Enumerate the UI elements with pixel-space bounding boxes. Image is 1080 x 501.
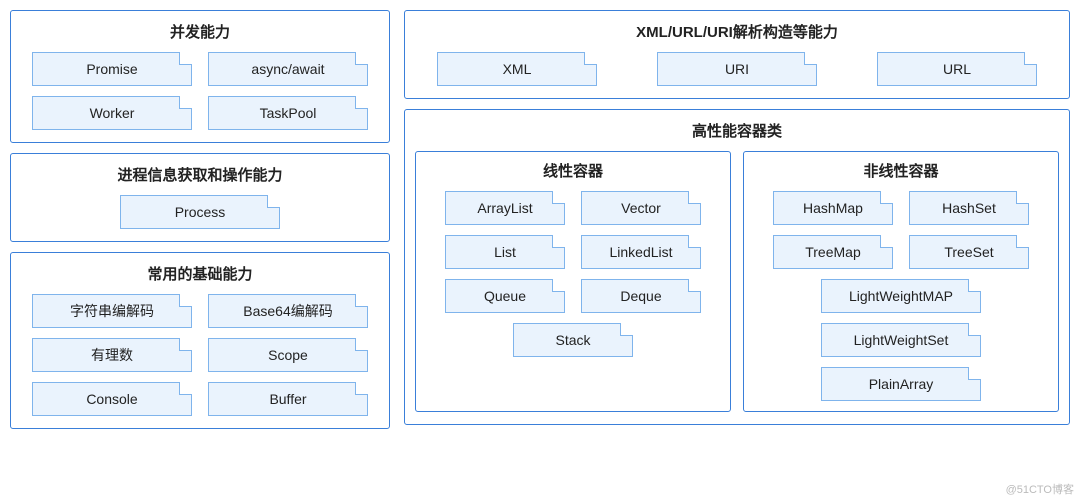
group-basics: 常用的基础能力 字符串编解码 Base64编解码 有理数 Scope Conso… bbox=[10, 252, 390, 429]
group-title: 线性容器 bbox=[424, 160, 722, 181]
capability-item: URL bbox=[877, 52, 1037, 86]
group-title: 非线性容器 bbox=[752, 160, 1050, 181]
capability-item: Promise bbox=[32, 52, 192, 86]
group-title: 常用的基础能力 bbox=[21, 263, 379, 284]
subgroup-row: 线性容器 ArrayList Vector List LinkedList Qu… bbox=[415, 151, 1059, 412]
subgroup-nonlinear: 非线性容器 HashMap HashSet TreeMap TreeSet Li… bbox=[743, 151, 1059, 412]
watermark: @51CTO博客 bbox=[1006, 481, 1074, 497]
capability-item: LightWeightSet bbox=[821, 323, 981, 357]
capability-item: Deque bbox=[581, 279, 701, 313]
left-column: 并发能力 Promise async/await Worker TaskPool… bbox=[10, 10, 390, 429]
capability-item: Scope bbox=[208, 338, 368, 372]
diagram-root: 并发能力 Promise async/await Worker TaskPool… bbox=[10, 10, 1070, 429]
group-process: 进程信息获取和操作能力 Process bbox=[10, 153, 390, 242]
capability-item: PlainArray bbox=[821, 367, 981, 401]
capability-item: Worker bbox=[32, 96, 192, 130]
subgroup-linear: 线性容器 ArrayList Vector List LinkedList Qu… bbox=[415, 151, 731, 412]
group-title: 进程信息获取和操作能力 bbox=[21, 164, 379, 185]
capability-item: LinkedList bbox=[581, 235, 701, 269]
capability-item: Stack bbox=[513, 323, 633, 357]
capability-item: URI bbox=[657, 52, 817, 86]
item-list: 字符串编解码 Base64编解码 有理数 Scope Console Buffe… bbox=[21, 294, 379, 416]
group-title: 高性能容器类 bbox=[415, 120, 1059, 141]
item-list: ArrayList Vector List LinkedList Queue D… bbox=[424, 191, 722, 357]
item-list: XML URI URL bbox=[415, 52, 1059, 86]
item-list: HashMap HashSet TreeMap TreeSet LightWei… bbox=[752, 191, 1050, 401]
group-concurrency: 并发能力 Promise async/await Worker TaskPool bbox=[10, 10, 390, 143]
capability-item: TreeSet bbox=[909, 235, 1029, 269]
group-xml: XML/URL/URI解析构造等能力 XML URI URL bbox=[404, 10, 1070, 99]
capability-item: List bbox=[445, 235, 565, 269]
capability-item: Base64编解码 bbox=[208, 294, 368, 328]
group-title: 并发能力 bbox=[21, 21, 379, 42]
capability-item: LightWeightMAP bbox=[821, 279, 981, 313]
capability-item: HashMap bbox=[773, 191, 893, 225]
capability-item: async/await bbox=[208, 52, 368, 86]
group-title: XML/URL/URI解析构造等能力 bbox=[415, 21, 1059, 42]
group-containers: 高性能容器类 线性容器 ArrayList Vector List Linked… bbox=[404, 109, 1070, 425]
capability-item: Process bbox=[120, 195, 280, 229]
capability-item: XML bbox=[437, 52, 597, 86]
capability-item: HashSet bbox=[909, 191, 1029, 225]
capability-item: TaskPool bbox=[208, 96, 368, 130]
capability-item: 有理数 bbox=[32, 338, 192, 372]
capability-item: Console bbox=[32, 382, 192, 416]
item-list: Process bbox=[21, 195, 379, 229]
capability-item: 字符串编解码 bbox=[32, 294, 192, 328]
capability-item: Buffer bbox=[208, 382, 368, 416]
capability-item: Queue bbox=[445, 279, 565, 313]
capability-item: ArrayList bbox=[445, 191, 565, 225]
item-list: Promise async/await Worker TaskPool bbox=[21, 52, 379, 130]
right-column: XML/URL/URI解析构造等能力 XML URI URL 高性能容器类 线性… bbox=[404, 10, 1070, 429]
capability-item: TreeMap bbox=[773, 235, 893, 269]
capability-item: Vector bbox=[581, 191, 701, 225]
